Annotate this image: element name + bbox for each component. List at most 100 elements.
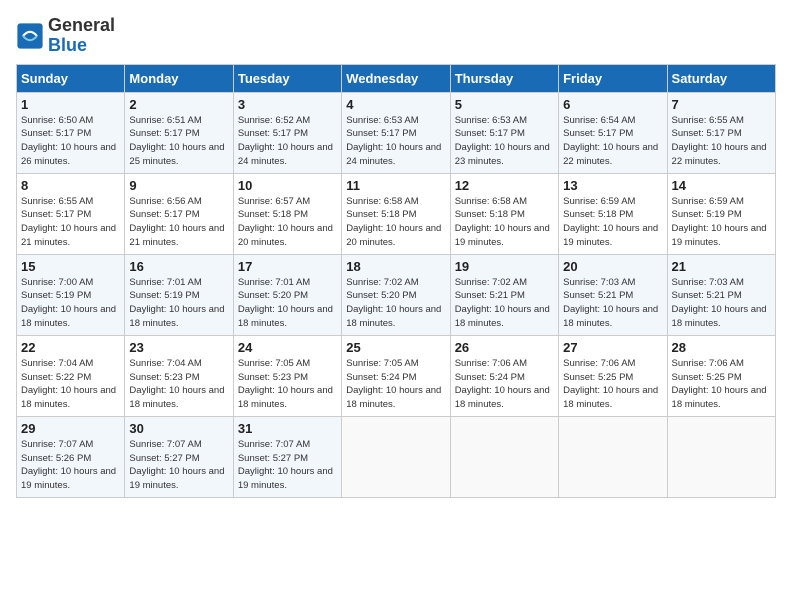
weekday-header: Wednesday: [342, 64, 450, 92]
day-number: 9: [129, 178, 228, 193]
weekday-header: Friday: [559, 64, 667, 92]
day-detail: Sunrise: 7:02 AMSunset: 5:21 PMDaylight:…: [455, 277, 550, 329]
day-detail: Sunrise: 7:07 AMSunset: 5:27 PMDaylight:…: [238, 439, 333, 491]
calendar-day: 8 Sunrise: 6:55 AMSunset: 5:17 PMDayligh…: [17, 173, 125, 254]
calendar-day: 13 Sunrise: 6:59 AMSunset: 5:18 PMDaylig…: [559, 173, 667, 254]
day-number: 12: [455, 178, 554, 193]
empty-cell: [667, 416, 775, 497]
day-number: 14: [672, 178, 771, 193]
day-detail: Sunrise: 6:53 AMSunset: 5:17 PMDaylight:…: [346, 115, 441, 167]
calendar-day: 20 Sunrise: 7:03 AMSunset: 5:21 PMDaylig…: [559, 254, 667, 335]
day-number: 21: [672, 259, 771, 274]
day-detail: Sunrise: 6:58 AMSunset: 5:18 PMDaylight:…: [346, 196, 441, 248]
calendar-week: 22 Sunrise: 7:04 AMSunset: 5:22 PMDaylig…: [17, 335, 776, 416]
day-number: 3: [238, 97, 337, 112]
day-number: 29: [21, 421, 120, 436]
calendar-day: 21 Sunrise: 7:03 AMSunset: 5:21 PMDaylig…: [667, 254, 775, 335]
day-number: 27: [563, 340, 662, 355]
day-number: 4: [346, 97, 445, 112]
day-number: 30: [129, 421, 228, 436]
empty-cell: [559, 416, 667, 497]
day-number: 6: [563, 97, 662, 112]
calendar-day: 27 Sunrise: 7:06 AMSunset: 5:25 PMDaylig…: [559, 335, 667, 416]
day-detail: Sunrise: 7:01 AMSunset: 5:20 PMDaylight:…: [238, 277, 333, 329]
day-detail: Sunrise: 6:58 AMSunset: 5:18 PMDaylight:…: [455, 196, 550, 248]
weekday-header: Saturday: [667, 64, 775, 92]
calendar-day: 6 Sunrise: 6:54 AMSunset: 5:17 PMDayligh…: [559, 92, 667, 173]
day-number: 23: [129, 340, 228, 355]
logo: General Blue: [16, 16, 115, 56]
weekday-header: Sunday: [17, 64, 125, 92]
day-detail: Sunrise: 7:02 AMSunset: 5:20 PMDaylight:…: [346, 277, 441, 329]
calendar-week: 15 Sunrise: 7:00 AMSunset: 5:19 PMDaylig…: [17, 254, 776, 335]
calendar-day: 24 Sunrise: 7:05 AMSunset: 5:23 PMDaylig…: [233, 335, 341, 416]
day-number: 1: [21, 97, 120, 112]
day-detail: Sunrise: 6:56 AMSunset: 5:17 PMDaylight:…: [129, 196, 224, 248]
calendar-day: 2 Sunrise: 6:51 AMSunset: 5:17 PMDayligh…: [125, 92, 233, 173]
day-detail: Sunrise: 7:01 AMSunset: 5:19 PMDaylight:…: [129, 277, 224, 329]
day-detail: Sunrise: 7:06 AMSunset: 5:25 PMDaylight:…: [563, 358, 658, 410]
day-detail: Sunrise: 6:55 AMSunset: 5:17 PMDaylight:…: [21, 196, 116, 248]
calendar-day: 28 Sunrise: 7:06 AMSunset: 5:25 PMDaylig…: [667, 335, 775, 416]
calendar-day: 19 Sunrise: 7:02 AMSunset: 5:21 PMDaylig…: [450, 254, 558, 335]
day-number: 10: [238, 178, 337, 193]
empty-cell: [342, 416, 450, 497]
day-detail: Sunrise: 7:04 AMSunset: 5:23 PMDaylight:…: [129, 358, 224, 410]
day-detail: Sunrise: 7:07 AMSunset: 5:27 PMDaylight:…: [129, 439, 224, 491]
day-detail: Sunrise: 7:05 AMSunset: 5:23 PMDaylight:…: [238, 358, 333, 410]
calendar-day: 18 Sunrise: 7:02 AMSunset: 5:20 PMDaylig…: [342, 254, 450, 335]
day-number: 7: [672, 97, 771, 112]
empty-cell: [450, 416, 558, 497]
day-number: 20: [563, 259, 662, 274]
calendar-day: 29 Sunrise: 7:07 AMSunset: 5:26 PMDaylig…: [17, 416, 125, 497]
calendar-day: 23 Sunrise: 7:04 AMSunset: 5:23 PMDaylig…: [125, 335, 233, 416]
calendar-day: 9 Sunrise: 6:56 AMSunset: 5:17 PMDayligh…: [125, 173, 233, 254]
day-detail: Sunrise: 6:50 AMSunset: 5:17 PMDaylight:…: [21, 115, 116, 167]
day-detail: Sunrise: 7:04 AMSunset: 5:22 PMDaylight:…: [21, 358, 116, 410]
calendar-day: 4 Sunrise: 6:53 AMSunset: 5:17 PMDayligh…: [342, 92, 450, 173]
day-detail: Sunrise: 6:52 AMSunset: 5:17 PMDaylight:…: [238, 115, 333, 167]
day-number: 28: [672, 340, 771, 355]
calendar-day: 7 Sunrise: 6:55 AMSunset: 5:17 PMDayligh…: [667, 92, 775, 173]
day-detail: Sunrise: 7:00 AMSunset: 5:19 PMDaylight:…: [21, 277, 116, 329]
weekday-header: Monday: [125, 64, 233, 92]
calendar-day: 31 Sunrise: 7:07 AMSunset: 5:27 PMDaylig…: [233, 416, 341, 497]
day-detail: Sunrise: 7:05 AMSunset: 5:24 PMDaylight:…: [346, 358, 441, 410]
day-number: 2: [129, 97, 228, 112]
logo-text: General Blue: [48, 16, 115, 56]
calendar-day: 11 Sunrise: 6:58 AMSunset: 5:18 PMDaylig…: [342, 173, 450, 254]
calendar-day: 22 Sunrise: 7:04 AMSunset: 5:22 PMDaylig…: [17, 335, 125, 416]
calendar-week: 1 Sunrise: 6:50 AMSunset: 5:17 PMDayligh…: [17, 92, 776, 173]
day-number: 11: [346, 178, 445, 193]
calendar-day: 16 Sunrise: 7:01 AMSunset: 5:19 PMDaylig…: [125, 254, 233, 335]
day-number: 15: [21, 259, 120, 274]
calendar-week: 8 Sunrise: 6:55 AMSunset: 5:17 PMDayligh…: [17, 173, 776, 254]
day-number: 16: [129, 259, 228, 274]
day-number: 25: [346, 340, 445, 355]
day-detail: Sunrise: 7:03 AMSunset: 5:21 PMDaylight:…: [563, 277, 658, 329]
day-detail: Sunrise: 6:59 AMSunset: 5:18 PMDaylight:…: [563, 196, 658, 248]
page-header: General Blue: [16, 16, 776, 56]
calendar-day: 3 Sunrise: 6:52 AMSunset: 5:17 PMDayligh…: [233, 92, 341, 173]
calendar-day: 25 Sunrise: 7:05 AMSunset: 5:24 PMDaylig…: [342, 335, 450, 416]
day-detail: Sunrise: 6:53 AMSunset: 5:17 PMDaylight:…: [455, 115, 550, 167]
day-detail: Sunrise: 6:51 AMSunset: 5:17 PMDaylight:…: [129, 115, 224, 167]
logo-icon: [16, 22, 44, 50]
day-detail: Sunrise: 6:55 AMSunset: 5:17 PMDaylight:…: [672, 115, 767, 167]
day-number: 17: [238, 259, 337, 274]
calendar-day: 15 Sunrise: 7:00 AMSunset: 5:19 PMDaylig…: [17, 254, 125, 335]
calendar-day: 26 Sunrise: 7:06 AMSunset: 5:24 PMDaylig…: [450, 335, 558, 416]
calendar-day: 1 Sunrise: 6:50 AMSunset: 5:17 PMDayligh…: [17, 92, 125, 173]
day-number: 5: [455, 97, 554, 112]
day-detail: Sunrise: 6:59 AMSunset: 5:19 PMDaylight:…: [672, 196, 767, 248]
calendar-day: 30 Sunrise: 7:07 AMSunset: 5:27 PMDaylig…: [125, 416, 233, 497]
calendar-day: 12 Sunrise: 6:58 AMSunset: 5:18 PMDaylig…: [450, 173, 558, 254]
day-detail: Sunrise: 7:06 AMSunset: 5:25 PMDaylight:…: [672, 358, 767, 410]
day-number: 13: [563, 178, 662, 193]
day-detail: Sunrise: 6:57 AMSunset: 5:18 PMDaylight:…: [238, 196, 333, 248]
day-detail: Sunrise: 7:06 AMSunset: 5:24 PMDaylight:…: [455, 358, 550, 410]
day-detail: Sunrise: 6:54 AMSunset: 5:17 PMDaylight:…: [563, 115, 658, 167]
weekday-header: Tuesday: [233, 64, 341, 92]
calendar-day: 17 Sunrise: 7:01 AMSunset: 5:20 PMDaylig…: [233, 254, 341, 335]
calendar-table: SundayMondayTuesdayWednesdayThursdayFrid…: [16, 64, 776, 498]
